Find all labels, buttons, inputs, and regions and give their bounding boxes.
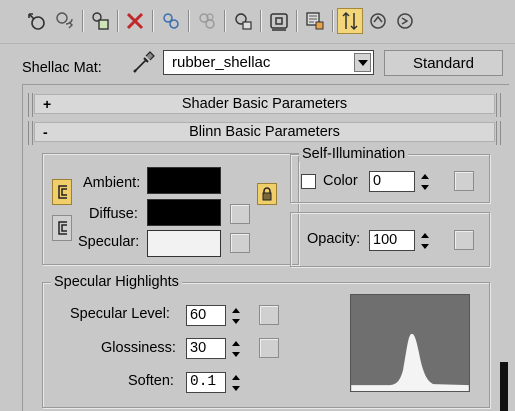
specular-highlights-title: Specular Highlights: [51, 274, 182, 290]
self-illumination-value-field[interactable]: 0: [369, 171, 415, 192]
rollout-shader-basic-parameters[interactable]: + Shader Basic Parameters: [28, 93, 501, 117]
toolbar-separator: [152, 10, 154, 32]
specular-level-label: Specular Level:: [70, 306, 170, 322]
put-to-library-icon[interactable]: [230, 8, 256, 34]
specular-map-button[interactable]: [230, 233, 250, 253]
spinner-up-icon[interactable]: [230, 338, 242, 348]
put-to-scene-icon[interactable]: [52, 8, 78, 34]
toolbar-separator: [117, 10, 119, 32]
make-unique-icon[interactable]: [194, 8, 220, 34]
go-forward-to-sibling-icon[interactable]: [392, 8, 418, 34]
material-name-value[interactable]: rubber_shellac: [172, 54, 270, 71]
self-illumination-spinner[interactable]: [419, 171, 431, 192]
glossiness-label: Glossiness:: [101, 340, 176, 356]
rollout-edge: [28, 93, 33, 117]
self-illumination-color-label: Color: [323, 173, 358, 189]
diffuse-label: Diffuse:: [89, 206, 138, 222]
spinner-up-icon[interactable]: [230, 305, 242, 315]
specular-label: Specular:: [78, 234, 140, 250]
opacity-value-field[interactable]: 100: [369, 230, 415, 251]
reset-map-icon[interactable]: [122, 8, 148, 34]
rollout-blinn-basic-parameters[interactable]: - Blinn Basic Parameters: [28, 121, 501, 145]
go-to-parent-icon[interactable]: [365, 8, 391, 34]
spinner-down-icon[interactable]: [230, 383, 242, 393]
specular-level-map-button[interactable]: [259, 305, 279, 325]
self-illumination-map-button[interactable]: [454, 171, 474, 191]
opacity-label: Opacity:: [307, 231, 361, 247]
toolbar-separator: [224, 10, 226, 32]
chevron-down-icon[interactable]: [354, 53, 371, 72]
lock-icon[interactable]: [257, 183, 277, 205]
material-name-combo[interactable]: rubber_shellac: [163, 50, 374, 75]
assign-material-icon[interactable]: [88, 8, 114, 34]
shellac-mat-label: Shellac Mat:: [22, 60, 102, 76]
pick-material-eyedropper-icon[interactable]: [131, 51, 155, 75]
diffuse-color-swatch[interactable]: [147, 199, 221, 226]
link-diffuse-specular-icon[interactable]: [52, 215, 72, 241]
self-illumination-color-checkbox[interactable]: [301, 174, 316, 189]
rollout-title: Blinn Basic Parameters: [189, 124, 340, 140]
spinner-up-icon[interactable]: [419, 230, 431, 240]
show-end-result-icon[interactable]: [337, 8, 363, 34]
spinner-down-icon[interactable]: [419, 241, 431, 251]
soften-spinner[interactable]: [230, 372, 242, 393]
toolbar-separator: [260, 10, 262, 32]
glossiness-map-button[interactable]: [259, 338, 279, 358]
spinner-up-icon[interactable]: [230, 372, 242, 382]
toolbar-separator: [82, 10, 84, 32]
spinner-down-icon[interactable]: [230, 349, 242, 359]
link-ambient-diffuse-icon[interactable]: [52, 179, 72, 205]
material-type-button[interactable]: Standard: [384, 50, 503, 76]
opacity-map-button[interactable]: [454, 230, 474, 250]
material-id-channel-icon[interactable]: [266, 8, 292, 34]
spinner-down-icon[interactable]: [230, 316, 242, 326]
opacity-spinner[interactable]: [419, 230, 431, 251]
glossiness-spinner[interactable]: [230, 338, 242, 359]
soften-field[interactable]: 0.1: [186, 372, 226, 393]
toolbar-separator: [188, 10, 190, 32]
specular-highlight-curve: [350, 294, 470, 392]
material-editor-toolbar: [0, 0, 515, 44]
specular-level-spinner[interactable]: [230, 305, 242, 326]
make-copy-icon[interactable]: [158, 8, 184, 34]
specular-level-field[interactable]: 60: [186, 305, 226, 326]
specular-color-swatch[interactable]: [147, 230, 221, 257]
toolbar-separator: [296, 10, 298, 32]
rollout-edge: [496, 93, 501, 117]
rollout-title: Shader Basic Parameters: [181, 96, 348, 112]
spinner-up-icon[interactable]: [419, 171, 431, 181]
diffuse-map-button[interactable]: [230, 204, 250, 224]
panel-scrollbar-thumb[interactable]: [500, 362, 508, 411]
ambient-color-swatch[interactable]: [147, 167, 221, 194]
get-material-icon[interactable]: [24, 8, 50, 34]
self-illumination-title: Self-Illumination: [299, 146, 409, 162]
toolbar-separator: [332, 10, 334, 32]
glossiness-field[interactable]: 30: [186, 338, 226, 359]
soften-label: Soften:: [128, 373, 174, 389]
rollout-edge: [496, 121, 501, 145]
ambient-label: Ambient:: [83, 175, 141, 191]
show-map-in-viewport-icon[interactable]: [302, 8, 328, 34]
rollout-edge: [28, 121, 33, 145]
spinner-down-icon[interactable]: [419, 182, 431, 192]
